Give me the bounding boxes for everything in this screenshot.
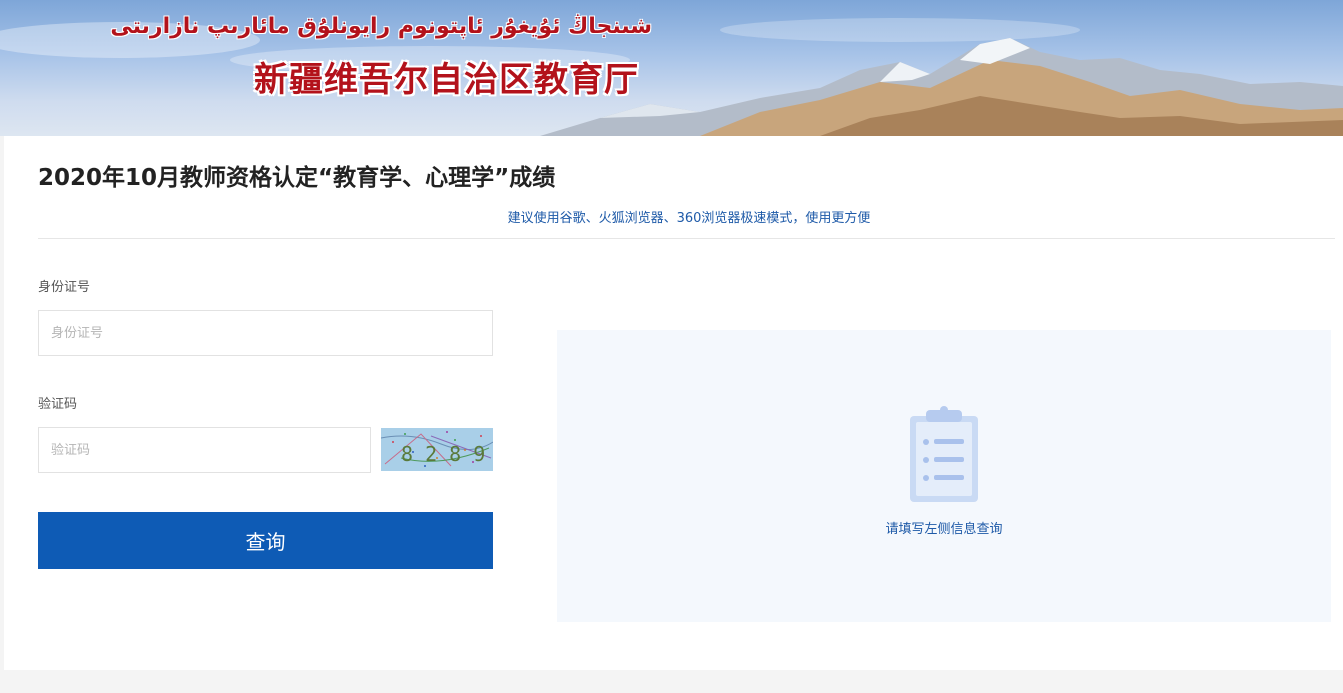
banner-uyghur-title: شىنجاڭ ئۇيغۇر ئاپتونوم رايونلۇق مائارىپ … [110,14,652,39]
page-title: 2020年10月教师资格认定“教育学、心理学”成绩 [38,165,556,191]
query-button[interactable]: 查询 [38,512,493,569]
captcha-image[interactable]: 8 2 8 9 [381,428,493,471]
result-hint: 请填写左侧信息查询 [885,522,1003,537]
clipboard-icon [910,406,978,502]
divider [38,238,1335,239]
captcha-text: 8 2 8 9 [401,442,485,466]
banner-chinese-title: 新疆维吾尔自治区教育厅 [254,60,639,100]
id-number-label: 身份证号 [38,280,91,295]
main-panel: 2020年10月教师资格认定“教育学、心理学”成绩 建议使用谷歌、火狐浏览器、3… [4,136,1343,670]
captcha-input[interactable] [38,427,371,473]
result-area: 请填写左侧信息查询 [557,330,1331,622]
captcha-label: 验证码 [38,397,78,412]
browser-tip: 建议使用谷歌、火狐浏览器、360浏览器极速模式，使用更方便 [507,211,871,226]
header-banner: شىنجاڭ ئۇيغۇر ئاپتونوم رايونلۇق مائارىپ … [0,0,1343,136]
id-number-input[interactable] [38,310,493,356]
